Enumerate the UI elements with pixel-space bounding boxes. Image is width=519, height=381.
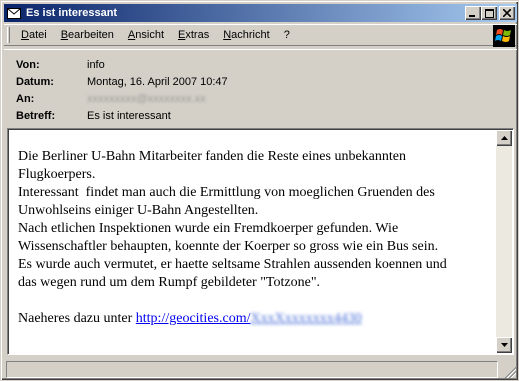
window-title: Es ist interessant xyxy=(26,7,118,19)
maximize-button[interactable] xyxy=(481,6,497,20)
resize-grip-icon[interactable] xyxy=(502,364,516,378)
message-line: Flugkoerpers. xyxy=(18,167,96,182)
to-value: xxxxxxxxx@xxxxxxxx.xx xyxy=(87,92,206,105)
message-line: das wegen rund um dem Rumpf gebildeter "… xyxy=(18,275,321,290)
menu-bearbeiten[interactable]: Bearbeiten xyxy=(54,29,121,41)
to-label: An: xyxy=(16,92,35,105)
subject-value: Es ist interessant xyxy=(87,109,171,122)
message-line: Unwohlseins einiger U-Bahn Angestellten. xyxy=(18,203,259,218)
status-panel xyxy=(6,361,498,378)
message-line: Wissenschaftler behaupten, koennte der K… xyxy=(18,239,439,254)
from-value: info xyxy=(87,58,105,71)
message-headers: Von: info Datum: Montag, 16. April 2007 … xyxy=(4,49,517,123)
menu-help[interactable]: ? xyxy=(277,29,297,41)
geocities-link[interactable]: http://geocities.com/ xyxy=(136,311,251,326)
menu-datei[interactable]: Datei xyxy=(14,29,54,41)
menu-bar: Datei Bearbeiten Ansicht Extras Nachrich… xyxy=(4,24,517,47)
title-buttons xyxy=(465,6,515,20)
arrow-down-icon xyxy=(500,343,508,347)
subject-label: Betreff: xyxy=(16,109,56,122)
message-line: Nach etlichen Inspektionen wurde ein Fre… xyxy=(18,221,399,236)
menu-ansicht[interactable]: Ansicht xyxy=(121,29,171,41)
envelope-icon xyxy=(6,5,22,21)
windows-logo-icon xyxy=(493,25,515,47)
link-line: Naeheres dazu unter http://geocities.com… xyxy=(18,310,488,328)
message-window: Es ist interessant Datei Bearbeiten Ansi… xyxy=(0,0,519,381)
date-label: Datum: xyxy=(16,75,54,88)
date-value: Montag, 16. April 2007 10:47 xyxy=(87,75,228,88)
from-label: Von: xyxy=(16,58,40,71)
menu-nachricht[interactable]: Nachricht xyxy=(216,29,276,41)
link-prefix: Naeheres dazu unter xyxy=(18,311,136,326)
minimize-button[interactable] xyxy=(465,6,481,20)
message-line: Die Berliner U-Bahn Mitarbeiter fanden d… xyxy=(18,149,406,164)
status-bar xyxy=(4,359,517,379)
obscured-link-part[interactable]: XxxXxxxxxxx4430 xyxy=(250,311,361,326)
message-line: Es wurde auch vermutet, er haette seltsa… xyxy=(18,257,447,272)
vertical-scrollbar[interactable] xyxy=(496,130,512,353)
message-line: Interessant findet man auch die Ermittlu… xyxy=(18,185,435,200)
menu-extras[interactable]: Extras xyxy=(171,29,216,41)
toolbar-grip[interactable] xyxy=(7,27,10,43)
close-button[interactable] xyxy=(499,6,515,20)
scroll-down-button[interactable] xyxy=(496,337,512,353)
arrow-up-icon xyxy=(500,136,508,140)
message-body[interactable]: Die Berliner U-Bahn Mitarbeiter fanden d… xyxy=(7,128,514,355)
title-bar[interactable]: Es ist interessant xyxy=(4,4,517,22)
message-text: Die Berliner U-Bahn Mitarbeiter fanden d… xyxy=(18,148,488,328)
scroll-up-button[interactable] xyxy=(496,130,512,146)
